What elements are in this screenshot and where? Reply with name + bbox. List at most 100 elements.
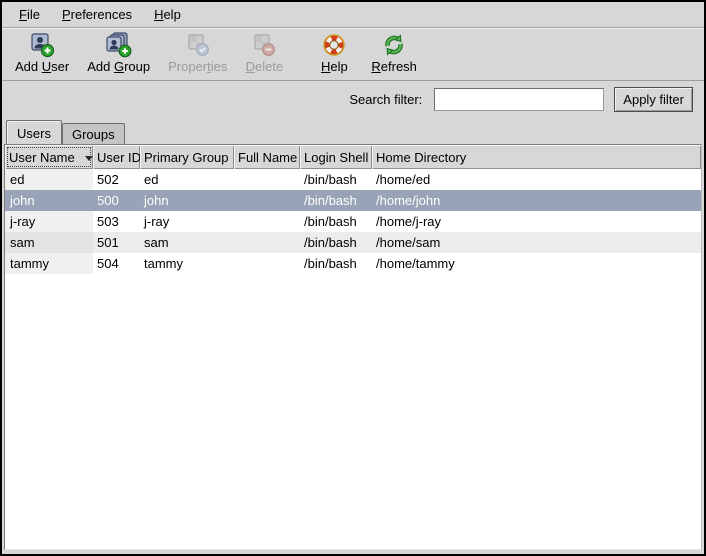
cell-login-shell: /bin/bash [300,211,372,232]
column-header-login-shell[interactable]: Login Shell [300,145,372,169]
column-header-user-id[interactable]: User ID [93,145,140,169]
cell-home-directory: /home/ed [372,169,701,190]
cell-user-id: 502 [93,169,140,190]
menu-label-part: elp [163,7,180,22]
toolbar-button-label: Properties [168,59,227,74]
cell-user-name: ed [5,169,93,190]
label-part: ser [51,59,69,74]
refresh-icon [381,32,407,58]
menu-help[interactable]: Help [143,3,192,26]
toolbar-button-label: Add User [15,59,69,74]
menu-file[interactable]: File [8,3,51,26]
cell-full-name [234,169,300,190]
apply-filter-button[interactable]: Apply filter [614,87,693,112]
add-user-button[interactable]: Add User [6,31,78,75]
menu-label-part: ile [27,7,40,22]
properties-button[interactable]: Properties [159,31,236,75]
cell-primary-group: sam [140,232,234,253]
menu-label-part: P [62,7,71,22]
tab-users[interactable]: Users [6,120,62,144]
column-header-label: Login Shell [304,150,368,165]
cell-login-shell: /bin/bash [300,169,372,190]
column-header-label: Primary Group [144,150,229,165]
user-manager-window: File Preferences Help Add User [0,0,706,556]
column-header-label: User Name [9,150,75,165]
delete-icon [251,32,277,58]
toolbar-button-label: Add Group [87,59,150,74]
menu-label-part: references [71,7,132,22]
cell-full-name [234,232,300,253]
table-row-j-ray[interactable]: j-ray 503 j-ray /bin/bash /home/j-ray [5,211,701,232]
column-header-full-name[interactable]: Full Name [234,145,300,169]
cell-user-id: 504 [93,253,140,274]
cell-home-directory: /home/sam [372,232,701,253]
label-part: Proper [168,59,207,74]
cell-full-name [234,190,300,211]
menu-label-part: F [19,7,27,22]
label-part: efresh [381,59,417,74]
properties-icon [185,32,211,58]
user-add-icon [29,32,55,58]
cell-login-shell: /bin/bash [300,253,372,274]
cell-user-id: 500 [93,190,140,211]
label-part: elp [330,59,347,74]
cell-full-name [234,253,300,274]
cell-user-id: 503 [93,211,140,232]
group-add-icon [106,32,132,58]
label-part: U [42,59,51,74]
cell-user-name: john [5,190,93,211]
label-part: G [114,59,124,74]
column-header-primary-group[interactable]: Primary Group [140,145,234,169]
toolbar-button-label: Help [321,59,348,74]
cell-home-directory: /home/john [372,190,701,211]
cell-user-id: 501 [93,232,140,253]
cell-primary-group: john [140,190,234,211]
tab-bar: Users Groups [2,118,704,144]
column-header-label: Full Name [238,150,297,165]
add-group-button[interactable]: Add Group [78,31,159,75]
cell-primary-group: j-ray [140,211,234,232]
column-header-label: Home Directory [376,150,466,165]
toolbar-button-label: Delete [246,59,284,74]
cell-login-shell: /bin/bash [300,232,372,253]
table-row-sam[interactable]: sam 501 sam /bin/bash /home/sam [5,232,701,253]
cell-user-name: j-ray [5,211,93,232]
cell-user-name: sam [5,232,93,253]
search-filter-label: Search filter: [349,92,422,107]
toolbar: Add User Add Group [2,28,704,81]
label-part: H [321,59,330,74]
column-header-label: User ID [97,150,140,165]
table-row-john-selected[interactable]: john 500 john /bin/bash /home/john [5,190,701,211]
table-header: User Name User ID Primary Group Full Nam… [5,145,701,169]
tab-groups[interactable]: Groups [62,123,125,144]
label-part: D [246,59,255,74]
cell-login-shell: /bin/bash [300,190,372,211]
table-body: ed 502 ed /bin/bash /home/ed john 500 jo… [5,169,701,549]
column-header-home-directory[interactable]: Home Directory [372,145,701,169]
cell-home-directory: /home/j-ray [372,211,701,232]
help-button[interactable]: Help [306,31,362,75]
delete-button[interactable]: Delete [236,31,292,75]
search-filter-input[interactable] [434,88,604,111]
help-icon [321,32,347,58]
label-part: ies [211,59,228,74]
label-part: Add [15,59,42,74]
menu-bar: File Preferences Help [2,2,704,28]
sort-descending-icon [85,156,93,161]
cell-primary-group: tammy [140,253,234,274]
label-part: roup [124,59,150,74]
toolbar-button-label: Refresh [371,59,417,74]
column-header-user-name[interactable]: User Name [5,145,93,169]
table-row-ed[interactable]: ed 502 ed /bin/bash /home/ed [5,169,701,190]
label-part: Add [87,59,114,74]
cell-primary-group: ed [140,169,234,190]
refresh-button[interactable]: Refresh [362,31,426,75]
cell-home-directory: /home/tammy [372,253,701,274]
search-filter-row: Search filter: Apply filter [2,81,704,118]
menu-preferences[interactable]: Preferences [51,3,143,26]
table-row-tammy[interactable]: tammy 504 tammy /bin/bash /home/tammy [5,253,701,274]
users-table: User Name User ID Primary Group Full Nam… [4,144,702,550]
cell-user-name: tammy [5,253,93,274]
cell-full-name [234,211,300,232]
label-part: R [371,59,380,74]
